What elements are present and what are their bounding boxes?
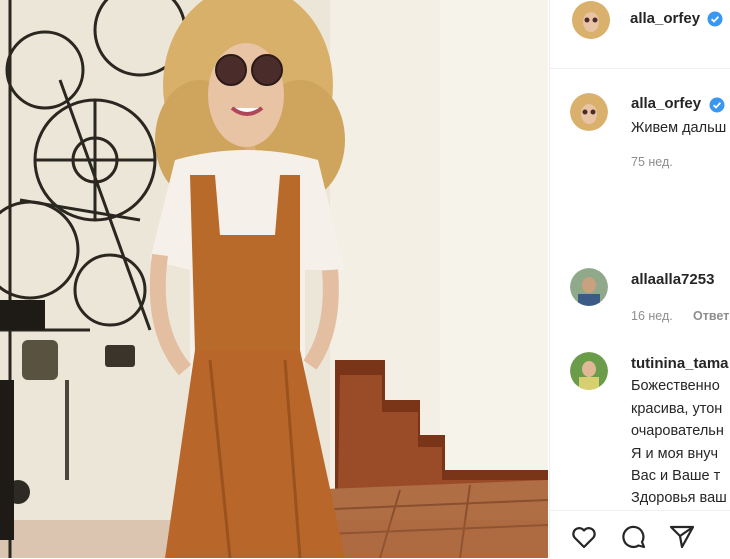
post-photo[interactable]: [0, 0, 548, 558]
caption-username[interactable]: alla_orfey: [631, 95, 701, 112]
comment-text-line: Вас и Ваше т: [631, 468, 721, 484]
comment-text-line: Божественно: [631, 378, 720, 394]
comment-text-line: очаровательн: [631, 423, 724, 439]
comment-username[interactable]: tutinina_tama: [631, 355, 729, 372]
comment-avatar[interactable]: [570, 352, 608, 390]
caption-time[interactable]: 75 нед.: [631, 155, 673, 169]
photo-illustration: [0, 0, 548, 558]
caption-text: Живем дальш: [631, 120, 727, 136]
post-header: alla_orfey: [550, 0, 730, 69]
comment-username[interactable]: allaalla7253: [631, 271, 714, 288]
comment-text-line: Здоровья ваш: [631, 490, 727, 506]
author-username[interactable]: alla_orfey: [630, 10, 700, 27]
post-action-bar: [550, 510, 730, 559]
caption-avatar[interactable]: [570, 93, 608, 131]
comment-icon[interactable]: [620, 523, 648, 551]
comment-text-line: Я и моя внуч: [631, 446, 719, 462]
reply-button[interactable]: Ответ: [693, 309, 729, 323]
share-icon[interactable]: [668, 523, 696, 551]
post-sidebar: alla_orfey alla_orfey Живем дальш 75 нед…: [549, 0, 730, 558]
verified-badge-icon: [709, 97, 725, 113]
comment-time[interactable]: 16 нед.: [631, 309, 673, 323]
comment-text-line: красива, утон: [631, 401, 723, 417]
verified-badge-icon: [707, 11, 723, 27]
heart-icon[interactable]: [570, 523, 598, 551]
author-avatar[interactable]: [572, 1, 610, 39]
comment-avatar[interactable]: [570, 268, 608, 306]
